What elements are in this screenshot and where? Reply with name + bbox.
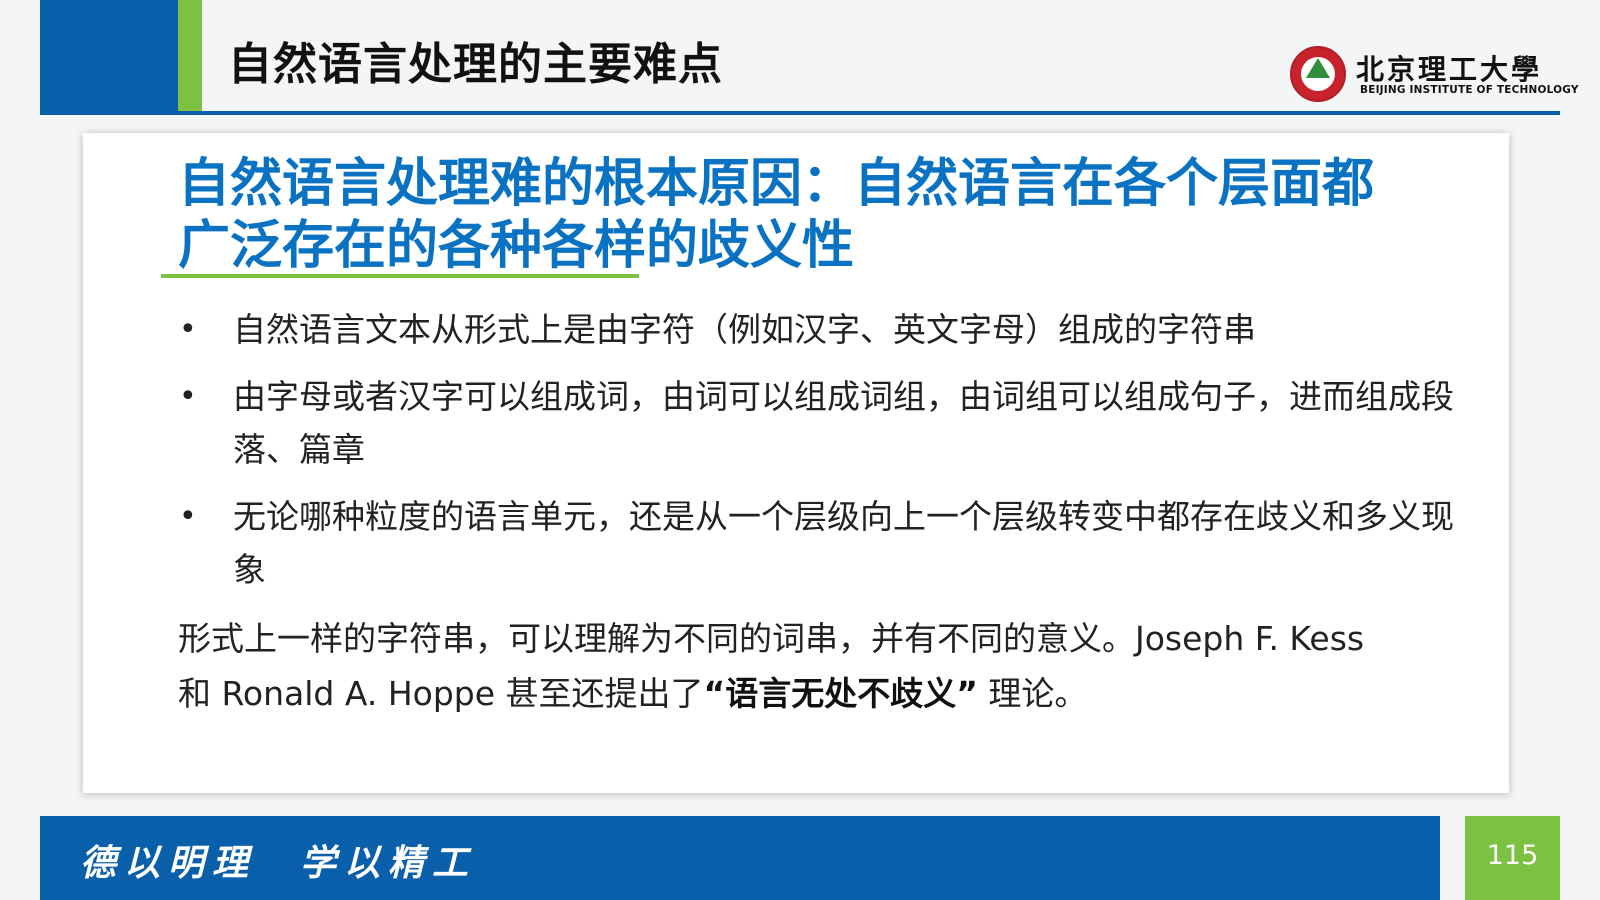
paragraph-emphasis: “语言无处不歧义” bbox=[703, 674, 978, 713]
university-logo: 北京理工大學 BEIJING INSTITUTE OF TECHNOLOGY bbox=[1290, 46, 1579, 106]
bullet-marker: • bbox=[179, 312, 197, 347]
header-blue-block bbox=[40, 0, 178, 114]
content-subtitle: 自然语言处理难的根本原因：自然语言在各个层面都广泛存在的各种各样的歧义性 bbox=[178, 154, 1375, 276]
header-green-strip bbox=[178, 0, 202, 114]
subtitle-underline bbox=[161, 274, 639, 278]
university-name-cn: 北京理工大學 bbox=[1356, 53, 1543, 86]
university-name-en: BEIJING INSTITUTE OF TECHNOLOGY bbox=[1360, 84, 1579, 96]
university-motto: 德以明理 学以精工 bbox=[80, 842, 477, 884]
bullet-text: 由字母或者汉字可以组成词，由词可以组成词组，由词组可以组成句子，进而组成段落、篇… bbox=[233, 377, 1454, 469]
footer-bar: 德以明理 学以精工 bbox=[40, 816, 1440, 900]
bullet-item: • 无论哪种粒度的语言单元，还是从一个层级向上一个层级转变中都存在歧义和多义现象 bbox=[173, 490, 1473, 596]
bullet-item: • 由字母或者汉字可以组成词，由词可以组成词组，由词组可以组成句子，进而组成段落… bbox=[173, 370, 1473, 476]
bullet-marker: • bbox=[179, 379, 197, 414]
content-card: 自然语言处理难的根本原因：自然语言在各个层面都广泛存在的各种各样的歧义性 • 自… bbox=[83, 133, 1509, 793]
university-emblem-icon bbox=[1290, 46, 1346, 102]
bullet-text: 自然语言文本从形式上是由字符（例如汉字、英文字母）组成的字符串 bbox=[233, 310, 1256, 349]
paragraph-ending: 理论。 bbox=[977, 674, 1088, 713]
bullet-marker: • bbox=[179, 499, 197, 534]
page-number: 115 bbox=[1486, 840, 1539, 871]
header-divider bbox=[40, 111, 1560, 115]
slide-title: 自然语言处理的主要难点 bbox=[228, 39, 723, 90]
bullet-item: • 自然语言文本从形式上是由字符（例如汉字、英文字母）组成的字符串 bbox=[173, 303, 1473, 356]
summary-paragraph: 形式上一样的字符串，可以理解为不同的词串，并有不同的意义。Joseph F. K… bbox=[178, 611, 1398, 721]
page-number-box: 115 bbox=[1465, 816, 1560, 900]
bullet-list: • 自然语言文本从形式上是由字符（例如汉字、英文字母）组成的字符串 • 由字母或… bbox=[173, 303, 1473, 610]
bullet-text: 无论哪种粒度的语言单元，还是从一个层级向上一个层级转变中都存在歧义和多义现象 bbox=[233, 497, 1454, 589]
